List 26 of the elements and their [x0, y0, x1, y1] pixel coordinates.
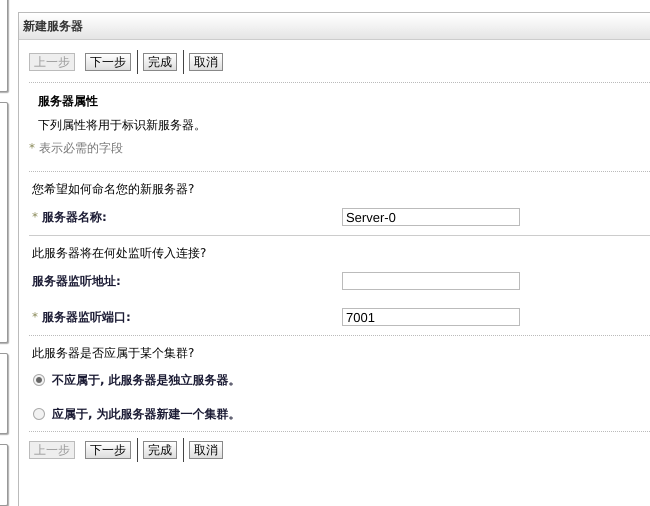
question-text: 您希望如何命名您的新服务器? — [31, 181, 196, 198]
radio-label[interactable]: 不应属于, 此服务器是独立服务器。 — [52, 372, 241, 388]
wizard-button[interactable]: 完成 — [143, 441, 177, 459]
radio-label[interactable]: 应属于, 为此服务器新建一个集群。 — [52, 406, 241, 422]
input-field[interactable]: 7001 — [342, 308, 520, 326]
field-label: 服务器监听端口: — [42, 310, 131, 324]
radio-button[interactable] — [33, 408, 45, 420]
question-text: 此服务器将在何处监听传入连接? — [31, 245, 208, 262]
input-field[interactable] — [342, 272, 520, 290]
section-description: 下列属性将用于标识新服务器。 — [37, 117, 207, 134]
question-text: 此服务器是否应属于某个集群? — [31, 345, 196, 362]
panel-title: 新建服务器 — [23, 18, 83, 34]
wizard-button[interactable]: 取消 — [189, 53, 223, 71]
field-label: 服务器名称: — [42, 210, 107, 224]
radio-button[interactable] — [33, 374, 45, 386]
section-heading: 服务器属性 — [36, 93, 99, 110]
wizard-button[interactable]: 完成 — [143, 53, 177, 71]
wizard-button[interactable]: 取消 — [189, 441, 223, 459]
wizard-button[interactable]: 下一步 — [85, 441, 131, 459]
required-note: 表示必需的字段 — [39, 141, 123, 155]
field-label: 服务器监听地址: — [32, 274, 121, 288]
required-asterisk: * — [32, 310, 38, 324]
required-asterisk: * — [29, 141, 35, 155]
required-asterisk: * — [32, 210, 38, 224]
wizard-button[interactable]: 下一步 — [85, 53, 131, 71]
input-field[interactable]: Server-0 — [342, 208, 520, 226]
